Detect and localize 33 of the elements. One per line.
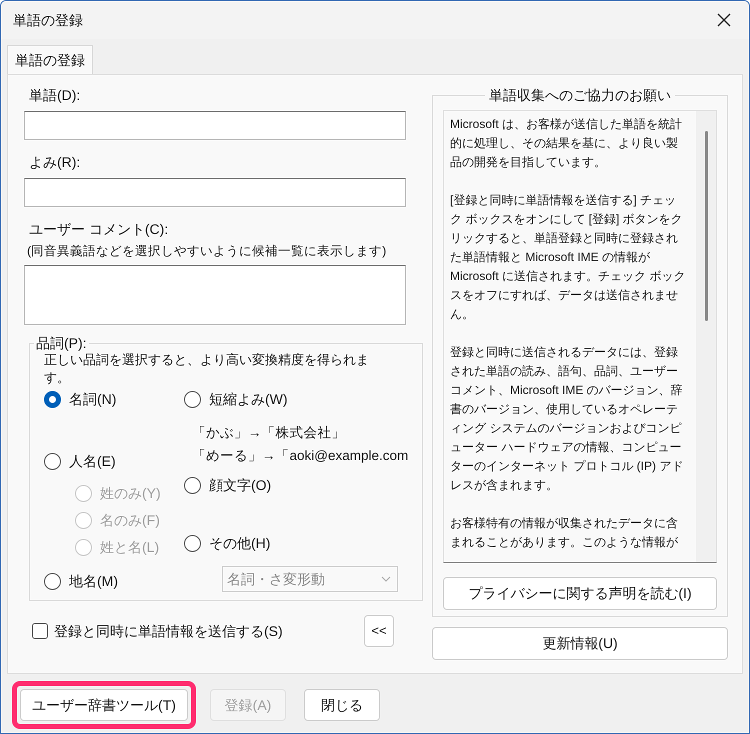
chevron-down-icon	[381, 576, 391, 582]
close-icon	[717, 13, 731, 27]
group-title: 単語収集へのご協力のお願い	[488, 86, 672, 105]
send-checkbox[interactable]: 登録と同時に単語情報を送信する(S)	[32, 620, 283, 642]
radio-option[interactable]: 人名(E)	[44, 450, 184, 472]
update-info-button[interactable]: 更新情報(U)	[432, 627, 728, 660]
example-text: 「めーる」→「aoki@example.com	[192, 447, 408, 465]
tab[interactable]: 単語の登録	[7, 45, 93, 74]
field-label: ユーザー コメント(C):	[29, 220, 170, 239]
privacy-button[interactable]: プライバシーに関する声明を読む(I)	[443, 577, 717, 610]
field-label: 単語(D):	[29, 86, 82, 105]
group-title: 品詞(P):	[35, 335, 88, 351]
radio-option[interactable]: 顔文字(O)	[184, 474, 408, 496]
field-label: よみ(R):	[29, 153, 82, 172]
info-paragraph: Microsoft は、お客様が送信した単語を統計的に処理し、その結果を基に、より良い製品の開発を目指しています。	[450, 116, 684, 171]
info-paragraph: お客様特有の情報が収集されたデータに含まれることがあります。このような情報が	[450, 515, 679, 551]
input-field[interactable]	[24, 111, 406, 140]
dialog-button[interactable]: 閉じる	[304, 689, 380, 721]
window-title: 単語の登録	[13, 10, 83, 30]
pos-description: 正しい品詞を選択すると、より高い変換精度を得られます。	[44, 351, 370, 387]
scrollbar[interactable]	[696, 111, 716, 562]
radio-option[interactable]: その他(H)	[184, 532, 408, 554]
comment-field[interactable]	[24, 265, 406, 325]
input-field[interactable]	[24, 178, 406, 207]
radio-option[interactable]: 短縮よみ(W)	[184, 388, 408, 410]
dialog-button[interactable]: ユーザー辞書ツール(T)	[20, 689, 188, 721]
radio-option[interactable]: 名詞(N)	[44, 388, 184, 410]
collapse-button[interactable]: <<	[364, 615, 394, 647]
info-paragraph: [登録と同時に単語情報を送信する] チェック ボックスをオンにして [登録] ボタンをクリックすると、単語登録と同時に登録された単語情報と Microsoft IME の情報が Microsoft に送信されます。チェック ボックスをオフにすれば、データは送信されません。	[450, 192, 686, 323]
radio-option[interactable]: 地名(M)	[44, 570, 184, 592]
info-paragraph: 登録と同時に送信されるデータには、登録された単語の読み、語句、品詞、ユーザーコメント、Microsoft IME のバージョン、辞書のバージョン、使用しているオペレーティング システムのバージョンおよびコンピューター ハードウェアの情報、コンピューターのインターネット プロトコル (IP) アドレスが含まれます。	[450, 344, 684, 494]
field-hint: (同音異義語などを選択しやすいように候補一覧に表示します)	[27, 243, 388, 260]
example-text: 「かぶ」→「株式会社」	[192, 424, 346, 442]
